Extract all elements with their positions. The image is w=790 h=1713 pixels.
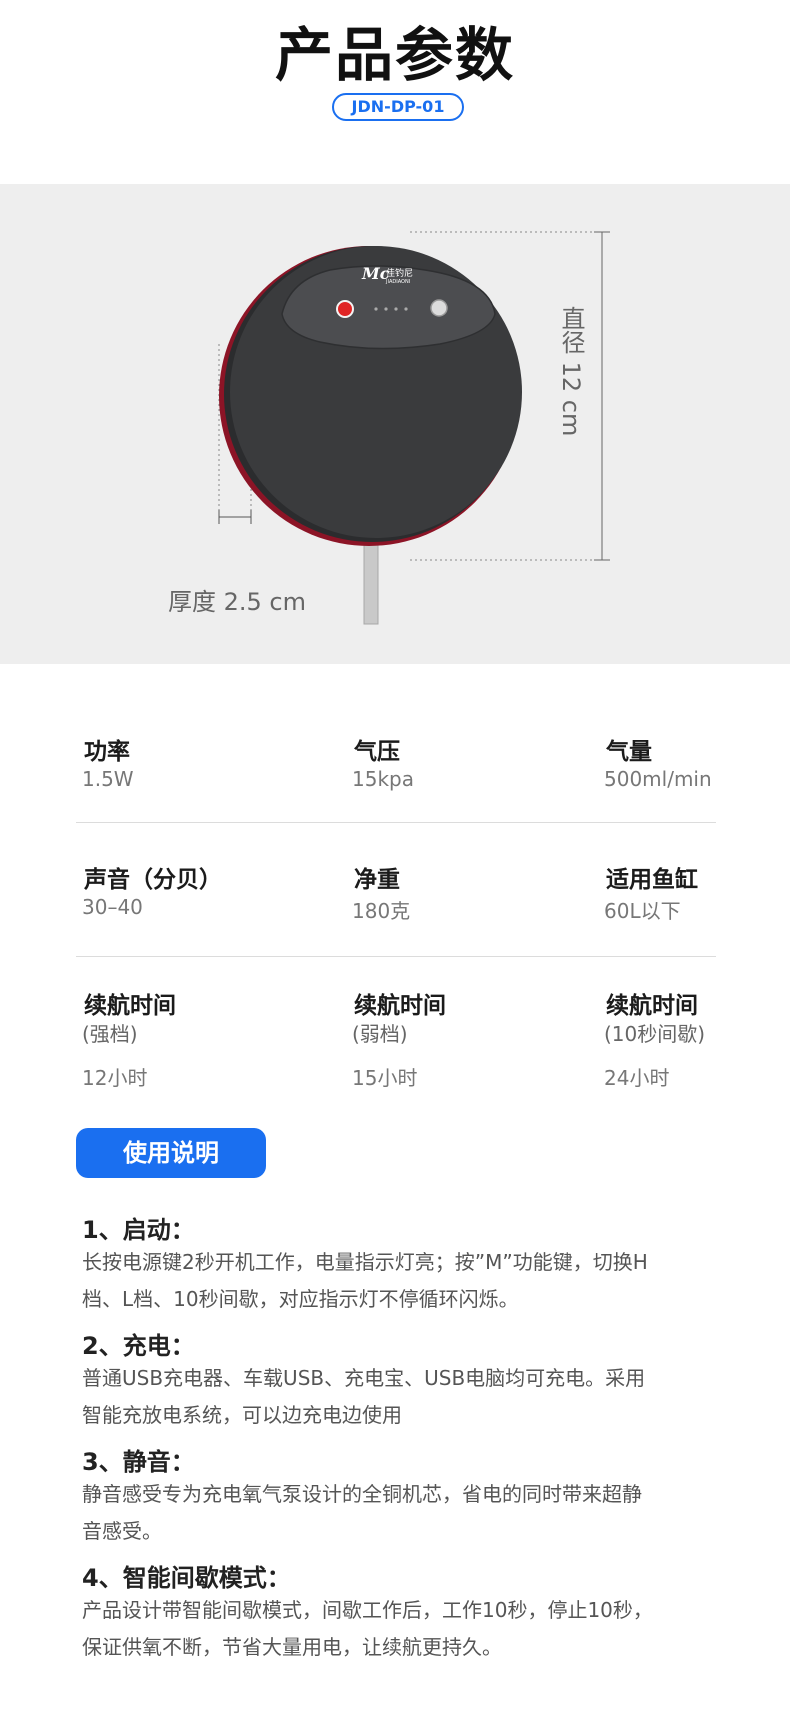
brand-sub: JIADIAONI <box>386 279 411 285</box>
page-title: 产品参数 <box>274 21 515 89</box>
spec-airflow-label: 气量 <box>606 739 652 765</box>
thickness-label: 厚度 2.5 cm <box>168 588 306 616</box>
spec-power-value: 1.5W <box>82 767 134 791</box>
step-4-body: 产品设计带智能间歇模式，间歇工作后，工作10秒，停止10秒， 保证供氧不断，节省… <box>82 1592 718 1666</box>
spec-pressure-value: 15kpa <box>352 767 414 791</box>
spec-runtime-interval-value: 24小时 <box>604 1066 670 1090</box>
spec-runtime-high-sub: (强档) <box>82 1022 138 1046</box>
step-1-line-1: 长按电源键2秒开机工作，电量指示灯亮；按”M”功能键，切换H <box>82 1250 648 1274</box>
model-badge: JDN-DP-01 <box>332 93 464 121</box>
step-4-line-1: 产品设计带智能间歇模式，间歇工作后，工作10秒，停止10秒， <box>82 1598 653 1622</box>
spec-runtime-interval-sub: (10秒间歇) <box>604 1022 706 1046</box>
spec-tank-label: 适用鱼缸 <box>606 867 698 893</box>
spec-runtime-high-label: 续航时间 <box>84 993 176 1019</box>
spec-noise-value: 30–40 <box>82 895 143 919</box>
divider <box>76 956 716 957</box>
spec-tank-value: 60L以下 <box>604 899 681 923</box>
step-1-line-2: 档、L档、10秒间歇，对应指示灯不停循环闪烁。 <box>82 1287 519 1311</box>
step-2-line-2: 智能充放电系统，可以边充电边使用 <box>82 1403 402 1427</box>
step-4-line-2: 保证供氧不断，节省大量用电，让续航更持久。 <box>82 1635 502 1659</box>
usage-instructions-button[interactable]: 使用说明 <box>76 1128 266 1178</box>
step-2-body: 普通USB充电器、车载USB、充电宝、USB电脑均可充电。采用 智能充放电系统，… <box>82 1360 718 1434</box>
air-pump-illustration <box>218 231 610 625</box>
spec-runtime-low-value: 15小时 <box>352 1066 418 1090</box>
brand-name: 佳钓尼 <box>386 269 414 279</box>
step-2-line-1: 普通USB充电器、车载USB、充电宝、USB电脑均可充电。采用 <box>82 1366 646 1390</box>
spec-pressure-label: 气压 <box>354 739 400 765</box>
diameter-label: 直径 12 cm <box>557 306 585 437</box>
brand-logo: Mc 佳钓尼 JIADIAONI <box>362 264 442 290</box>
spec-runtime-high-value: 12小时 <box>82 1066 148 1090</box>
step-1-heading: 1、启动： <box>82 1216 195 1244</box>
step-4-heading: 4、智能间歇模式： <box>82 1564 291 1592</box>
spec-weight-label: 净重 <box>354 867 400 893</box>
step-3-heading: 3、静音： <box>82 1448 195 1476</box>
spec-weight-value: 180克 <box>352 899 411 923</box>
step-2-heading: 2、充电： <box>82 1332 195 1360</box>
spec-noise-label: 声音（分贝） <box>84 867 222 893</box>
step-3-body: 静音感受专为充电氧气泵设计的全铜机芯，省电的同时带来超静 音感受。 <box>82 1476 718 1550</box>
step-1-body: 长按电源键2秒开机工作，电量指示灯亮；按”M”功能键，切换H 档、L档、10秒间… <box>82 1244 718 1318</box>
step-3-line-1: 静音感受专为充电氧气泵设计的全铜机芯，省电的同时带来超静 <box>82 1482 642 1506</box>
spec-runtime-low-label: 续航时间 <box>354 993 446 1019</box>
spec-runtime-interval-label: 续航时间 <box>606 993 698 1019</box>
spec-airflow-value: 500ml/min <box>604 767 712 791</box>
divider <box>76 822 716 823</box>
spec-power-label: 功率 <box>84 739 130 765</box>
spec-runtime-low-sub: (弱档) <box>352 1022 408 1046</box>
product-image-area: Mc 佳钓尼 JIADIAONI 直径 12 cm 厚度 2.5 cm <box>0 184 790 664</box>
step-3-line-2: 音感受。 <box>82 1519 162 1543</box>
